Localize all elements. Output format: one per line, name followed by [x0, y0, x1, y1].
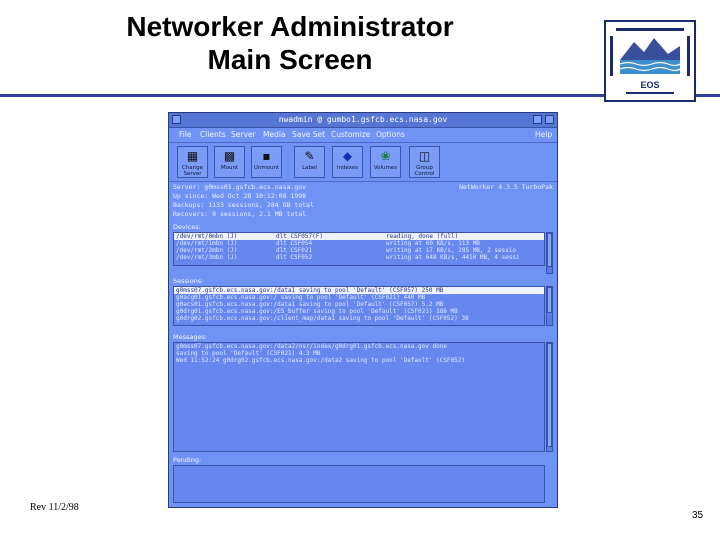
label-button[interactable]: ✎ Label	[294, 146, 325, 178]
devices-scroll-thumb[interactable]	[547, 233, 552, 267]
menu-clients[interactable]: Clients	[200, 128, 226, 142]
menu-help[interactable]: Help	[535, 128, 552, 142]
mount-icon: ▩	[223, 149, 236, 163]
page-number: 35	[692, 510, 704, 521]
devices-label: Devices:	[173, 223, 201, 231]
messages-scroll-thumb[interactable]	[547, 343, 552, 447]
networker-version: NetWorker 4.3.5 TurboPak	[459, 183, 553, 191]
sessions-scrollbar[interactable]	[546, 286, 553, 326]
window-menu-button[interactable]	[172, 115, 181, 124]
menu-server[interactable]: Server	[231, 128, 256, 142]
eos-logo-text: EOS	[640, 80, 660, 90]
message-row: g0mss07.gsfcb.ecs.nasa.gov:/data2/nsr/in…	[176, 343, 447, 350]
toolbar: ▦ Change Server ▩ Mount ▪ Unmount ✎ Labe…	[169, 143, 557, 182]
menu-file[interactable]: File	[179, 128, 192, 142]
revision-date: Rev 11/2/98	[30, 502, 79, 513]
recovers-summary: Recovers: 0 sessions, 2.1 MB total	[173, 210, 307, 218]
session-row[interactable]: g0drg01.gsfcb.ecs.nasa.gov:/ES_buffer sa…	[174, 308, 544, 315]
nwadmin-window: nwadmin @ gumbo1.gsfcb.ecs.nasa.gov File…	[168, 112, 558, 508]
slide-title-line-1: Networker Administrator	[126, 11, 454, 42]
messages-list[interactable]: g0mss07.gsfcb.ecs.nasa.gov:/data2/nsr/in…	[173, 342, 545, 452]
session-row[interactable]: g0acs01.gsfcb.ecs.nasa.gov:/data1 saving…	[174, 301, 544, 308]
message-row: saving to pool 'Default' (CSF021) 4.3 MB	[176, 350, 321, 357]
slide-title: Networker Administrator Main Screen	[80, 10, 500, 76]
indexes-icon: ◆	[342, 149, 353, 163]
device-row[interactable]: /dev/rmt/3mbn (J) dlt CSF052 writing at 64…	[174, 254, 544, 261]
pending-label: Pending:	[173, 456, 202, 464]
window-title: nwadmin @ gumbo1.gsfcb.ecs.nasa.gov	[278, 115, 448, 124]
minimize-button[interactable]	[533, 115, 542, 124]
label-icon: ✎	[304, 149, 315, 163]
sessions-list[interactable]: g0mss07.gsfcb.ecs.nasa.gov:/data1 saving…	[173, 286, 545, 326]
sessions-scroll-thumb[interactable]	[547, 287, 552, 313]
backups-summary: Backups: 1133 sessions, 284 GB total	[173, 201, 314, 209]
menu-options[interactable]: Options	[376, 128, 405, 142]
session-row[interactable]: g0drg02.gsfcb.ecs.nasa.gov:/client_map/d…	[174, 315, 544, 322]
devices-scrollbar[interactable]	[546, 232, 553, 274]
menu-save-set[interactable]: Save Set	[292, 128, 325, 142]
session-row[interactable]: g0mss07.gsfcb.ecs.nasa.gov:/data1 saving…	[174, 287, 544, 294]
message-row: Wed 11:52:24 g0drg02.gsfcb.ecs.nasa.gov:…	[176, 357, 465, 364]
session-row[interactable]: g0acg01.gsfcb.ecs.nasa.gov:/ saving to p…	[174, 294, 544, 301]
up-since: Up since: Wed Oct 28 10:12:08 1998	[173, 192, 307, 200]
group-control-icon: ◫	[418, 149, 431, 163]
menu-media[interactable]: Media	[263, 128, 286, 142]
device-row[interactable]: /dev/rmt/1mbn (J) dlt CSF054 writing at 60…	[174, 240, 544, 247]
messages-label: Messages:	[173, 333, 208, 341]
sessions-label: Sessions:	[173, 277, 204, 285]
volumes-icon: ❀	[380, 149, 391, 163]
indexes-button[interactable]: ◆ Indexes	[332, 146, 363, 178]
slide-title-line-2: Main Screen	[207, 44, 373, 75]
menubar: File Clients Server Media Save Set Custo…	[169, 128, 557, 143]
unmount-icon: ▪	[262, 149, 271, 163]
device-row[interactable]: /dev/rmt/0mbn (J) dlt CSF057(F) reading, d…	[174, 233, 544, 240]
change-server-icon: ▦	[186, 149, 199, 163]
unmount-button[interactable]: ▪ Unmount	[251, 146, 282, 178]
group-control-button[interactable]: ◫ Group Control	[409, 146, 440, 178]
messages-scrollbar[interactable]	[546, 342, 553, 452]
eos-logo: EOS	[604, 20, 696, 102]
volumes-button[interactable]: ❀ Volumes	[370, 146, 401, 178]
device-row[interactable]: /dev/rmt/2mbn (J) dlt CSF021 writing at 17…	[174, 247, 544, 254]
maximize-button[interactable]	[545, 115, 554, 124]
pending-list[interactable]	[173, 465, 545, 503]
mount-button[interactable]: ▩ Mount	[214, 146, 245, 178]
devices-list[interactable]: /dev/rmt/0mbn (J) dlt CSF057(F) reading, d…	[173, 232, 545, 266]
change-server-button[interactable]: ▦ Change Server	[177, 146, 208, 178]
menu-customize[interactable]: Customize	[331, 128, 370, 142]
window-titlebar[interactable]: nwadmin @ gumbo1.gsfcb.ecs.nasa.gov	[169, 113, 557, 128]
